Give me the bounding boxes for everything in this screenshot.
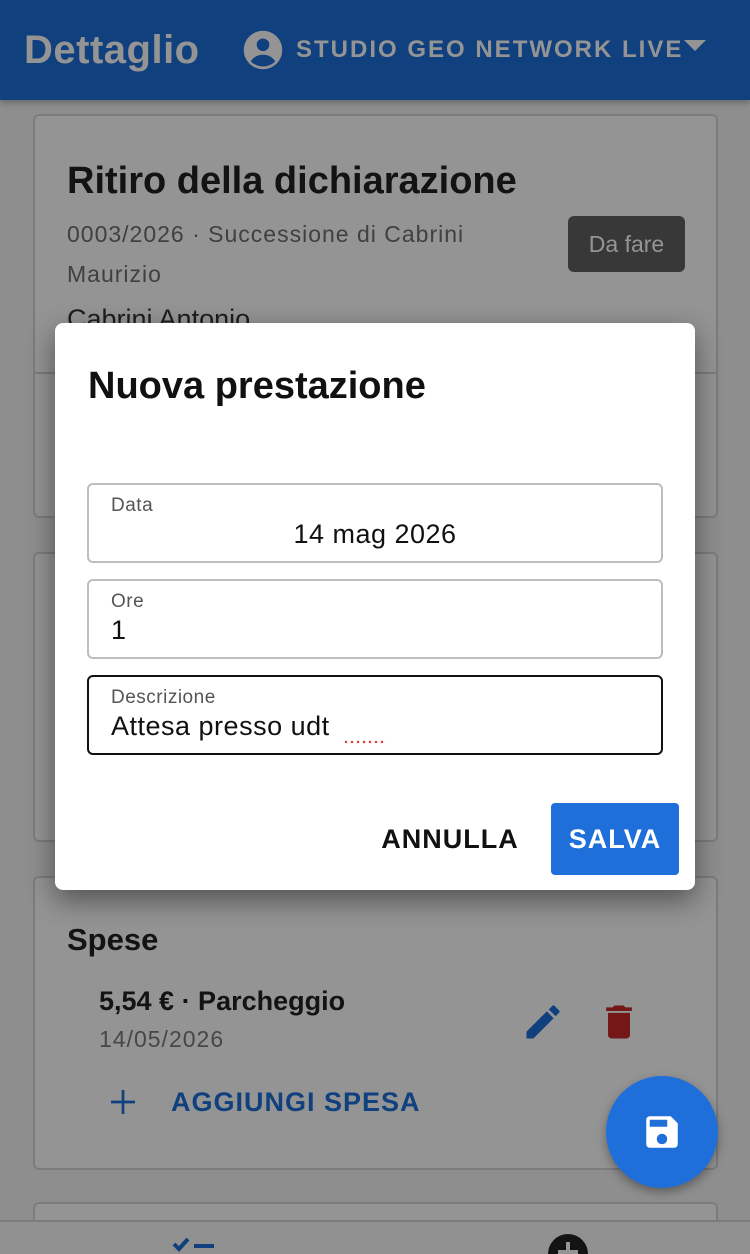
description-field-label: Descrizione [111,687,216,708]
spellcheck-underline [343,740,387,744]
description-input[interactable] [111,711,641,742]
new-service-dialog: Nuova prestazione Data Ore Descrizione A… [55,323,695,890]
description-field[interactable]: Descrizione [87,675,663,755]
date-field[interactable]: Data [87,483,663,563]
hours-input[interactable] [111,615,641,646]
hours-field[interactable]: Ore [87,579,663,659]
hours-field-label: Ore [111,591,145,612]
cancel-button[interactable]: ANNULLA [370,803,530,875]
save-button[interactable]: SALVA [551,803,679,875]
floppy-disk-icon [646,1116,678,1148]
save-fab[interactable] [606,1076,718,1188]
date-field-label: Data [111,495,154,516]
dialog-title: Nuova prestazione [88,365,426,407]
date-input[interactable] [89,519,661,550]
